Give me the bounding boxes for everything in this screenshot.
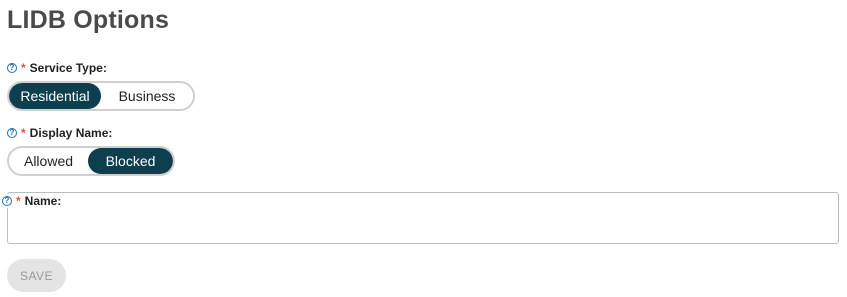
service-type-label: Service Type: (29, 61, 107, 75)
display-name-label: Display Name: (29, 126, 113, 140)
display-name-blocked-button[interactable]: Blocked (88, 148, 173, 174)
help-icon[interactable]: ? (7, 128, 17, 138)
save-button[interactable]: SAVE (7, 259, 66, 292)
name-label: Name: (24, 194, 62, 208)
display-name-label-row: ? * Display Name: (7, 126, 112, 140)
service-type-residential-button[interactable]: Residential (9, 83, 101, 109)
required-asterisk: * (16, 194, 21, 208)
display-name-toggle: Allowed Blocked (7, 146, 175, 176)
required-asterisk: * (21, 126, 26, 140)
display-name-allowed-button[interactable]: Allowed (9, 148, 88, 174)
required-asterisk: * (21, 61, 26, 75)
page-title: LIDB Options (7, 6, 170, 34)
service-type-label-row: ? * Service Type: (7, 61, 107, 75)
name-input[interactable] (10, 209, 840, 241)
help-icon[interactable]: ? (7, 63, 17, 73)
name-label-row: ? * Name: (2, 194, 66, 208)
service-type-business-button[interactable]: Business (101, 83, 193, 109)
service-type-toggle: Residential Business (7, 81, 195, 111)
help-icon[interactable]: ? (2, 196, 12, 206)
